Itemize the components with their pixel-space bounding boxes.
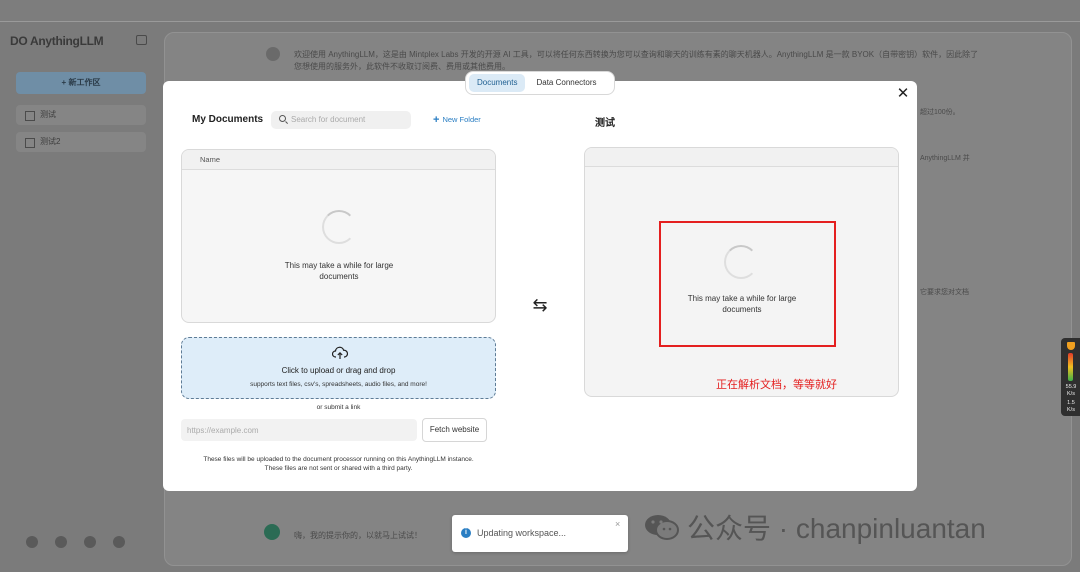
app-logo: DO AnythingLLM bbox=[10, 34, 104, 48]
user-avatar bbox=[264, 524, 280, 540]
discord-icon[interactable] bbox=[84, 536, 96, 548]
doc-table-header: Name bbox=[182, 150, 495, 170]
new-workspace-button[interactable]: + 新工作区 bbox=[16, 72, 146, 94]
upload-subtitle: supports text files, csv's, spreadsheets… bbox=[250, 381, 427, 388]
plus-icon: + bbox=[433, 114, 440, 126]
toast-notification: i Updating workspace... × bbox=[452, 515, 628, 552]
swap-arrows-icon: ⇆ bbox=[532, 295, 548, 315]
chat-snippet-2: AnythingLLM 并 bbox=[920, 155, 970, 162]
docs-icon[interactable] bbox=[55, 536, 67, 548]
sidebar-item-workspace-1[interactable]: 测试 bbox=[16, 105, 146, 125]
tab-documents[interactable]: Documents bbox=[469, 74, 526, 92]
usage-bar bbox=[1068, 353, 1073, 381]
assistant-avatar bbox=[266, 47, 280, 61]
upload-title: Click to upload or drag and drop bbox=[281, 366, 396, 375]
sidebar-footer-icons bbox=[26, 536, 125, 548]
sidebar-toggle-icon[interactable] bbox=[136, 35, 147, 45]
window-top-bar bbox=[0, 0, 1080, 22]
annotation-text: 正在解析文档，等等就好 bbox=[716, 379, 837, 391]
cloud-upload-icon bbox=[332, 346, 348, 359]
sidebar-item-workspace-2[interactable]: 测试2 bbox=[16, 132, 146, 152]
search-icon bbox=[279, 115, 286, 122]
sidebar: DO AnythingLLM + 新工作区 测试 测试2 bbox=[0, 22, 160, 572]
chat-snippet-1: 超过100份。 bbox=[920, 109, 960, 116]
upload-speed-unit: K/s bbox=[1067, 391, 1075, 397]
network-monitor-widget[interactable]: 55.9 K/s 1.5 K/s bbox=[1061, 338, 1080, 416]
toast-close-icon[interactable]: × bbox=[615, 519, 620, 529]
disclaimer-line-2: These files are not sent or shared with … bbox=[264, 465, 413, 472]
info-icon: i bbox=[461, 528, 471, 538]
workspace-doc-header bbox=[585, 148, 898, 167]
modal-tab-bar: Documents Data Connectors bbox=[465, 71, 615, 95]
workspace-title: 测试 bbox=[595, 118, 615, 129]
disclaimer-line-1: These files will be uploaded to the docu… bbox=[203, 456, 474, 463]
loading-text: This may take a while for large document… bbox=[284, 261, 394, 281]
download-speed-value: 1.5 bbox=[1067, 400, 1075, 406]
chat-intro-line-1: 欢迎使用 AnythingLLM，这是由 Mintplex Labs 开发的开源… bbox=[294, 50, 979, 59]
tab-data-connectors[interactable]: Data Connectors bbox=[528, 74, 604, 92]
upload-disclaimer: These files will be uploaded to the docu… bbox=[181, 455, 496, 473]
wechat-icon bbox=[645, 515, 679, 540]
download-speed-unit: K/s bbox=[1067, 407, 1075, 413]
close-icon[interactable]: ✕ bbox=[896, 86, 910, 101]
url-input[interactable] bbox=[181, 419, 417, 441]
document-search-input[interactable]: Search for document bbox=[271, 111, 411, 129]
annotation-highlight-box bbox=[659, 221, 836, 347]
or-submit-link-label: or submit a link bbox=[316, 404, 361, 411]
column-header-name: Name bbox=[200, 155, 221, 164]
new-folder-button[interactable]: + New Folder bbox=[433, 114, 481, 126]
new-folder-label: New Folder bbox=[442, 115, 481, 124]
settings-icon[interactable] bbox=[113, 536, 125, 548]
my-documents-panel: Name This may take a while for large doc… bbox=[181, 149, 496, 323]
shield-icon bbox=[1067, 342, 1075, 350]
watermark-text: 公众号 · chanpinluantan bbox=[687, 513, 986, 544]
search-placeholder: Search for document bbox=[291, 115, 366, 124]
chat-snippet-3: 它要求您对文档 bbox=[920, 289, 969, 296]
upload-speed-value: 55.9 bbox=[1065, 384, 1077, 390]
loading-spinner-icon bbox=[322, 210, 356, 244]
upload-dropzone[interactable]: Click to upload or drag and drop support… bbox=[181, 337, 496, 399]
my-documents-title: My Documents bbox=[192, 114, 264, 125]
fetch-website-button[interactable]: Fetch website bbox=[422, 418, 487, 442]
toast-text: Updating workspace... bbox=[477, 528, 567, 538]
chat-bottom-message: 嗨，我的提示你的，以就马上试试！ bbox=[294, 531, 422, 540]
watermark: 公众号 · chanpinluantan bbox=[643, 507, 986, 547]
github-icon[interactable] bbox=[26, 536, 38, 548]
